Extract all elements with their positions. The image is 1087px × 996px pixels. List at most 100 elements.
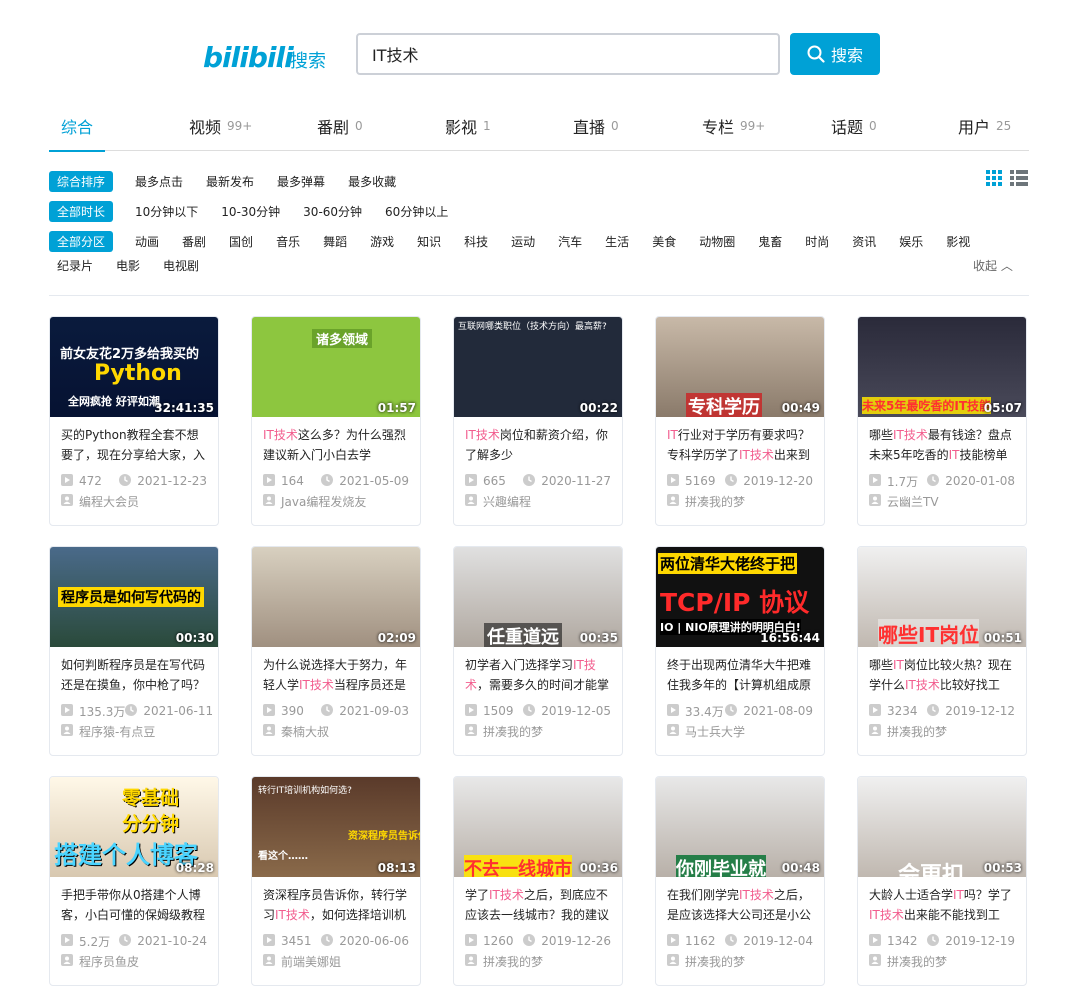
video-card[interactable]: 哪些IT岗位 00:51 哪些IT岗位比较火热？现在学什么IT技术比较好找工 3234… xyxy=(857,546,1027,756)
uploader[interactable]: 拼凑我的梦 xyxy=(858,719,1026,743)
video-title[interactable]: IT行业对于学历有要求吗？专科学历学了IT技术出来到 xyxy=(656,417,824,465)
grid-view-icon[interactable] xyxy=(986,170,1002,186)
filter-option[interactable]: 科技 xyxy=(464,233,488,250)
filter-option[interactable]: 10-30分钟 xyxy=(221,203,280,220)
video-title[interactable]: 初学者入门选择学习IT技术，需要多久的时间才能掌 xyxy=(454,647,622,695)
video-thumbnail[interactable]: 你刚毕业就 00:48 xyxy=(656,777,824,877)
filter-option[interactable]: 30-60分钟 xyxy=(303,203,362,220)
uploader-name[interactable]: 拼凑我的梦 xyxy=(887,723,947,740)
video-thumbnail[interactable]: 诸多领域 01:57 xyxy=(252,317,420,417)
video-card[interactable]: 不去一线城市 00:36 学了IT技术之后，到底应不应该去一线城市？我的建议 1260… xyxy=(453,776,623,986)
search-button[interactable]: 搜索 xyxy=(790,33,880,75)
uploader[interactable]: 拼凑我的梦 xyxy=(656,949,824,973)
filter-option[interactable]: 番剧 xyxy=(182,233,206,250)
video-thumbnail[interactable]: 02:09 xyxy=(252,547,420,647)
filter-option[interactable]: 音乐 xyxy=(276,233,300,250)
filter-option[interactable]: 影视 xyxy=(946,233,970,250)
video-title[interactable]: 大龄人士适合学IT吗？学了IT技术出来能不能找到工 xyxy=(858,877,1026,925)
filter-option[interactable]: 最多弹幕 xyxy=(277,173,325,190)
uploader-name[interactable]: 编程大会员 xyxy=(79,493,139,510)
uploader-name[interactable]: Java编程发烧友 xyxy=(281,493,366,510)
video-thumbnail[interactable]: 互联网哪类职位（技术方向）最高薪? 00:22 xyxy=(454,317,622,417)
uploader-name[interactable]: 拼凑我的梦 xyxy=(483,723,543,740)
video-title[interactable]: 买的Python教程全套不想要了，现在分享给大家，入门 xyxy=(50,417,218,465)
tab-topic[interactable]: 话题 0 xyxy=(831,100,877,151)
video-title[interactable]: IT技术这么多？为什么强烈建议新入门小白去学JAVA！ xyxy=(252,417,420,465)
collapse-button[interactable]: 收起 ︿ xyxy=(973,257,1013,274)
video-thumbnail[interactable]: 会更扣 00:53 xyxy=(858,777,1026,877)
video-thumbnail[interactable]: 专科学历 00:49 xyxy=(656,317,824,417)
uploader-name[interactable]: 兴趣编程 xyxy=(483,493,531,510)
video-card[interactable]: 02:09 为什么说选择大于努力，年轻人学IT技术当程序员还是 390 2021-09… xyxy=(251,546,421,756)
video-card[interactable]: 互联网哪类职位（技术方向）最高薪? 00:22 IT技术岗位和薪资介绍，你了解多少 6… xyxy=(453,316,623,526)
filter-option[interactable]: 鬼畜 xyxy=(758,233,782,250)
filter-option[interactable]: 电视剧 xyxy=(163,257,199,274)
uploader[interactable]: 拼凑我的梦 xyxy=(858,949,1026,973)
filter-option[interactable]: 最多收藏 xyxy=(348,173,396,190)
tab-user[interactable]: 用户 25 xyxy=(958,100,1011,151)
uploader[interactable]: 兴趣编程 xyxy=(454,489,622,513)
video-card[interactable]: 前女友花2万多给我买的 Python 全网疯抢 好评如潮 32:41:35 买的Pyth… xyxy=(49,316,219,526)
tab-article[interactable]: 专栏 99+ xyxy=(702,100,765,151)
filter-option[interactable]: 纪录片 xyxy=(57,257,93,274)
uploader[interactable]: 程序员鱼皮 xyxy=(50,949,218,973)
filter-option[interactable]: 知识 xyxy=(417,233,441,250)
video-card[interactable]: 专科学历 00:49 IT行业对于学历有要求吗？专科学历学了IT技术出来到 5169 2… xyxy=(655,316,825,526)
video-card[interactable]: 两位清华大佬终于把 TCP/IP 协议 IO | NIO原理讲的明明白白! 16:56… xyxy=(655,546,825,756)
video-thumbnail[interactable]: 哪些IT岗位 00:51 xyxy=(858,547,1026,647)
uploader[interactable]: 程序猿-有点豆 xyxy=(50,719,218,743)
uploader-name[interactable]: 程序员鱼皮 xyxy=(79,953,139,970)
video-card[interactable]: 零基础 分分钟 搭建个人博客 08:28 手把手带你从0搭建个人博客，小白可懂的保姆级教… xyxy=(49,776,219,986)
uploader[interactable]: 拼凑我的梦 xyxy=(454,719,622,743)
video-title[interactable]: 手把手带你从0搭建个人博客，小白可懂的保姆级教程 xyxy=(50,877,218,925)
video-title[interactable]: 在我们刚学完IT技术之后，是应该选择大公司还是小公 xyxy=(656,877,824,925)
filter-option[interactable]: 最多点击 xyxy=(135,173,183,190)
search-input[interactable] xyxy=(358,35,778,73)
filter-option[interactable]: 资讯 xyxy=(852,233,876,250)
video-title[interactable]: IT技术岗位和薪资介绍，你了解多少 xyxy=(454,417,622,465)
uploader[interactable]: 秦楠大叔 xyxy=(252,719,420,743)
uploader-name[interactable]: 云幽兰TV xyxy=(887,493,939,510)
tab-film[interactable]: 影视 1 xyxy=(445,100,491,151)
video-title[interactable]: 哪些IT岗位比较火热？现在学什么IT技术比较好找工 xyxy=(858,647,1026,695)
uploader[interactable]: 编程大会员 xyxy=(50,489,218,513)
video-thumbnail[interactable]: 两位清华大佬终于把 TCP/IP 协议 IO | NIO原理讲的明明白白! 16:56… xyxy=(656,547,824,647)
filter-option[interactable]: 美食 xyxy=(652,233,676,250)
video-title[interactable]: 终于出现两位清华大牛把难住我多年的【计算机组成原 xyxy=(656,647,824,695)
filter-option[interactable]: 综合排序 xyxy=(49,170,114,192)
video-thumbnail[interactable]: 任重道远 00:35 xyxy=(454,547,622,647)
video-thumbnail[interactable]: 未来5年最吃香的IT技能 05:07 xyxy=(858,317,1026,417)
uploader-name[interactable]: 秦楠大叔 xyxy=(281,723,329,740)
uploader[interactable]: 拼凑我的梦 xyxy=(656,489,824,513)
video-card[interactable]: 诸多领域 01:57 IT技术这么多？为什么强烈建议新入门小白去学JAVA！ 164 2… xyxy=(251,316,421,526)
filter-option[interactable]: 动画 xyxy=(135,233,159,250)
uploader[interactable]: 前端美娜姐 xyxy=(252,949,420,973)
tab-live[interactable]: 直播 0 xyxy=(573,100,619,151)
filter-option[interactable]: 游戏 xyxy=(370,233,394,250)
filter-option[interactable]: 舞蹈 xyxy=(323,233,347,250)
video-thumbnail[interactable]: 不去一线城市 00:36 xyxy=(454,777,622,877)
filter-option[interactable]: 动物圈 xyxy=(699,233,735,250)
video-title[interactable]: 为什么说选择大于努力，年轻人学IT技术当程序员还是 xyxy=(252,647,420,695)
video-card[interactable]: 程序员是如何写代码的 00:30 如何判断程序员是在写代码还是在摸鱼，你中枪了吗？ 1… xyxy=(49,546,219,756)
tab-video[interactable]: 视频 99+ xyxy=(189,100,252,151)
filter-option[interactable]: 60分钟以上 xyxy=(385,203,448,220)
uploader-name[interactable]: 拼凑我的梦 xyxy=(887,953,947,970)
tab-bangumi[interactable]: 番剧 0 xyxy=(317,100,363,151)
filter-option[interactable]: 汽车 xyxy=(558,233,582,250)
video-title[interactable]: 哪些IT技术最有钱途？盘点未来5年吃香的IT技能榜单 xyxy=(858,417,1026,465)
video-thumbnail[interactable]: 程序员是如何写代码的 00:30 xyxy=(50,547,218,647)
video-thumbnail[interactable]: 转行IT培训机构如何选? 资深程序员告诉你 看这个…… 08:13 xyxy=(252,777,420,877)
filter-option[interactable]: 生活 xyxy=(605,233,629,250)
filter-option[interactable]: 娱乐 xyxy=(899,233,923,250)
uploader-name[interactable]: 拼凑我的梦 xyxy=(685,953,745,970)
video-thumbnail[interactable]: 零基础 分分钟 搭建个人博客 08:28 xyxy=(50,777,218,877)
video-card[interactable]: 你刚毕业就 00:48 在我们刚学完IT技术之后，是应该选择大公司还是小公 1162 2… xyxy=(655,776,825,986)
filter-option[interactable]: 全部时长 xyxy=(49,200,114,222)
uploader-name[interactable]: 前端美娜姐 xyxy=(281,953,341,970)
video-card[interactable]: 未来5年最吃香的IT技能 05:07 哪些IT技术最有钱途？盘点未来5年吃香的IT技… xyxy=(857,316,1027,526)
video-card[interactable]: 任重道远 00:35 初学者入门选择学习IT技术，需要多久的时间才能掌 1509 201… xyxy=(453,546,623,756)
uploader[interactable]: 云幽兰TV xyxy=(858,489,1026,513)
filter-option[interactable]: 时尚 xyxy=(805,233,829,250)
video-title[interactable]: 资深程序员告诉你，转行学习IT技术，如何选择培训机 xyxy=(252,877,420,925)
